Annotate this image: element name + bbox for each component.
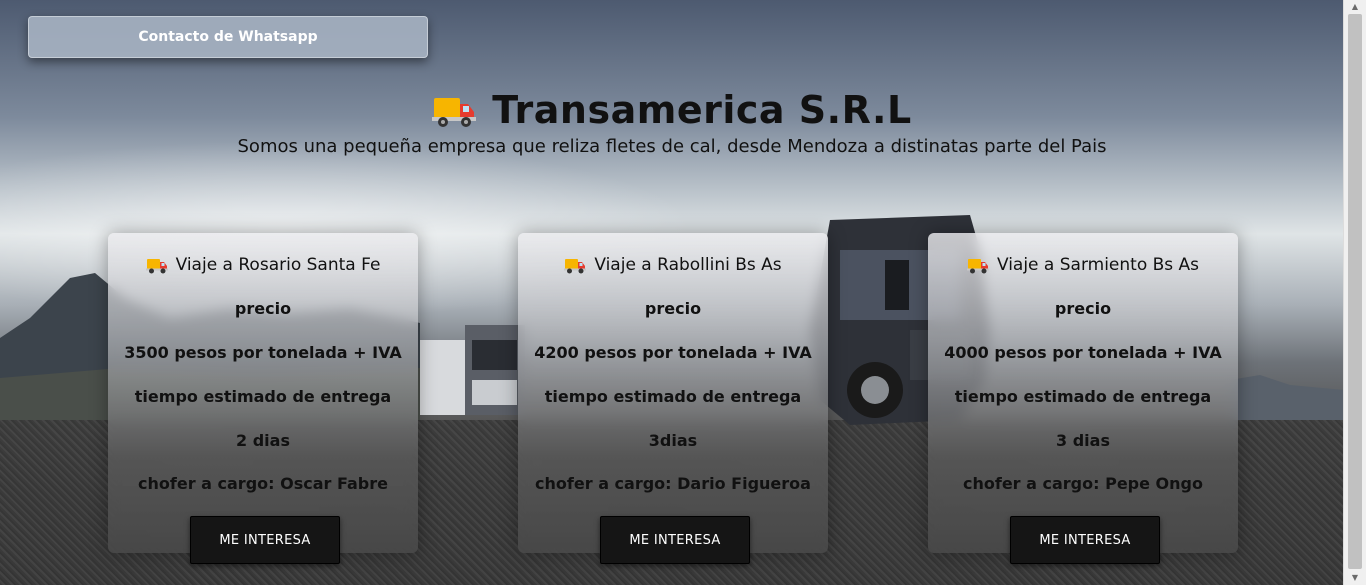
delivery-truck-icon [145, 259, 168, 274]
trip-card-title: Viaje a Sarmiento Bs As [928, 255, 1238, 275]
delivery-time-value: 2 dias [236, 431, 290, 450]
background-truck-image-small [420, 325, 525, 415]
trip-card-rabollini: Viaje a Rabollini Bs As precio 4200 peso… [518, 233, 828, 564]
background-hills [1230, 375, 1344, 420]
price-label: precio [234, 299, 292, 318]
driver-info: chofer a cargo: Oscar Fabre [138, 474, 388, 493]
scrollbar-thumb[interactable] [1348, 14, 1362, 569]
trip-card-title: Viaje a Rosario Santa Fe [108, 255, 418, 275]
price-value: 4000 pesos por tonelada + IVA [944, 343, 1222, 362]
delivery-time-label: tiempo estimado de entrega [134, 387, 392, 406]
price-label: precio [1054, 299, 1112, 318]
delivery-time-label: tiempo estimado de entrega [544, 387, 802, 406]
price-value: 3500 pesos por tonelada + IVA [124, 343, 402, 362]
page: Contacto de Whatsapp Transamerica S.R.L … [0, 0, 1366, 585]
delivery-time-value: 3 dias [1056, 431, 1110, 450]
trip-card-title: Viaje a Rabollini Bs As [518, 255, 828, 275]
delivery-truck-icon [564, 259, 587, 274]
me-interesa-button[interactable]: ME INTERESA [600, 516, 750, 564]
price-value: 4200 pesos por tonelada + IVA [534, 343, 812, 362]
trip-card-title-text: Viaje a Sarmiento Bs As [996, 255, 1200, 275]
trip-card-title-text: Viaje a Rabollini Bs As [594, 255, 782, 275]
scroll-up-arrow-icon[interactable]: ▲ [1344, 0, 1366, 14]
delivery-truck-icon [966, 259, 989, 274]
price-label: precio [644, 299, 702, 318]
me-interesa-button[interactable]: ME INTERESA [1010, 516, 1160, 564]
page-subtitle: Somos una pequeña empresa que reliza fle… [237, 136, 1107, 157]
title-row: Transamerica S.R.L [0, 88, 1344, 132]
delivery-truck-icon [432, 98, 477, 127]
whatsapp-contact-button[interactable]: Contacto de Whatsapp [28, 16, 428, 58]
delivery-time-value: 3dias [648, 431, 698, 450]
page-title: Transamerica S.R.L [492, 88, 912, 132]
trip-card-title-text: Viaje a Rosario Santa Fe [175, 255, 381, 275]
delivery-time-label: tiempo estimado de entrega [954, 387, 1212, 406]
me-interesa-button[interactable]: ME INTERESA [190, 516, 340, 564]
page-header: Transamerica S.R.L Somos una pequeña emp… [0, 88, 1344, 157]
whatsapp-contact-label: Contacto de Whatsapp [138, 29, 318, 45]
trip-card-rosario: Viaje a Rosario Santa Fe precio 3500 pes… [108, 233, 418, 564]
driver-info: chofer a cargo: Pepe Ongo [963, 474, 1203, 493]
trip-card-sarmiento: Viaje a Sarmiento Bs As precio 4000 peso… [928, 233, 1238, 564]
vertical-scrollbar[interactable]: ▲ ▼ [1343, 0, 1366, 585]
driver-info: chofer a cargo: Dario Figueroa [535, 474, 811, 493]
scroll-down-arrow-icon[interactable]: ▼ [1344, 571, 1366, 585]
